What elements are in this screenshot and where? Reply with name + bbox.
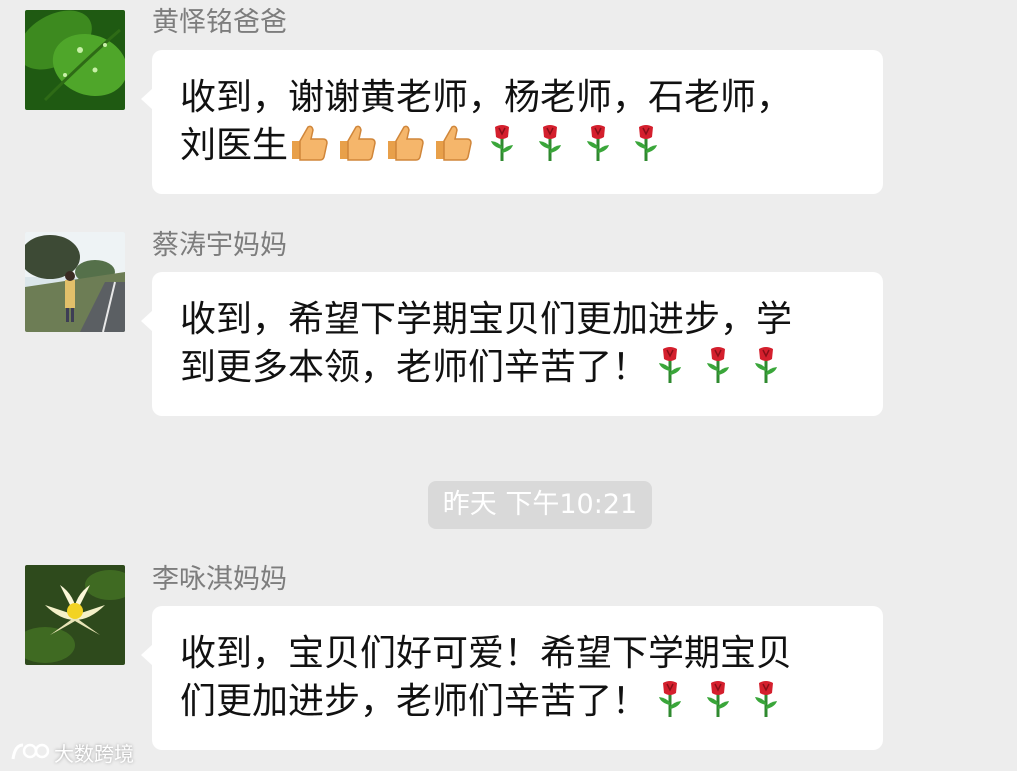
- rose-icon: [744, 345, 788, 385]
- message-text-line-2: 到更多本领，老师们辛苦了！: [180, 344, 863, 392]
- message-text-line-2: 刘医生: [180, 122, 863, 170]
- message-text: 们更加进步，老师们辛苦了！: [180, 681, 649, 722]
- rose-icon: [528, 123, 572, 163]
- watermark: 大数跨境: [10, 737, 134, 767]
- message-bubble[interactable]: 收到，谢谢黄老师，杨老师，石老师， 刘医生: [141, 50, 883, 194]
- message-text-line-2: 们更加进步，老师们辛苦了！: [180, 678, 863, 726]
- rose-icon: [696, 679, 740, 719]
- rose-icon: [648, 345, 692, 385]
- rose-icon: [648, 679, 692, 719]
- thumbs-up-icon: [288, 123, 332, 163]
- rose-icon: [624, 123, 668, 163]
- thumbs-up-icon: [432, 123, 476, 163]
- message-text: 到更多本领，老师们辛苦了！: [180, 347, 649, 388]
- timestamp-badge: 昨天 下午10:21: [428, 481, 652, 529]
- sender-name: 李咏淇妈妈: [152, 564, 287, 595]
- rose-icon: [696, 345, 740, 385]
- message-bubble[interactable]: 收到，希望下学期宝贝们更加进步，学 到更多本领，老师们辛苦了！: [141, 272, 883, 416]
- avatar-lotus[interactable]: [25, 565, 125, 665]
- sender-name: 蔡涛宇妈妈: [152, 230, 287, 261]
- avatar-road-photo[interactable]: [25, 232, 125, 332]
- message-bubble[interactable]: 收到，宝贝们好可爱！希望下学期宝贝 们更加进步，老师们辛苦了！: [141, 606, 883, 750]
- message-text: 刘医生: [180, 125, 289, 166]
- thumbs-up-icon: [336, 123, 380, 163]
- message-text-line-1: 收到，宝贝们好可爱！希望下学期宝贝: [180, 633, 793, 674]
- message-text-line-1: 收到，希望下学期宝贝们更加进步，学: [180, 299, 793, 340]
- brand-logo-icon: [10, 739, 50, 765]
- sender-name: 黄怿铭爸爸: [152, 7, 287, 38]
- rose-icon: [480, 123, 524, 163]
- message-text-line-1: 收到，谢谢黄老师，杨老师，石老师，: [180, 77, 793, 118]
- rose-icon: [744, 679, 788, 719]
- avatar-leaf[interactable]: [25, 10, 125, 110]
- watermark-text: 大数跨境: [54, 741, 134, 766]
- thumbs-up-icon: [384, 123, 428, 163]
- rose-icon: [576, 123, 620, 163]
